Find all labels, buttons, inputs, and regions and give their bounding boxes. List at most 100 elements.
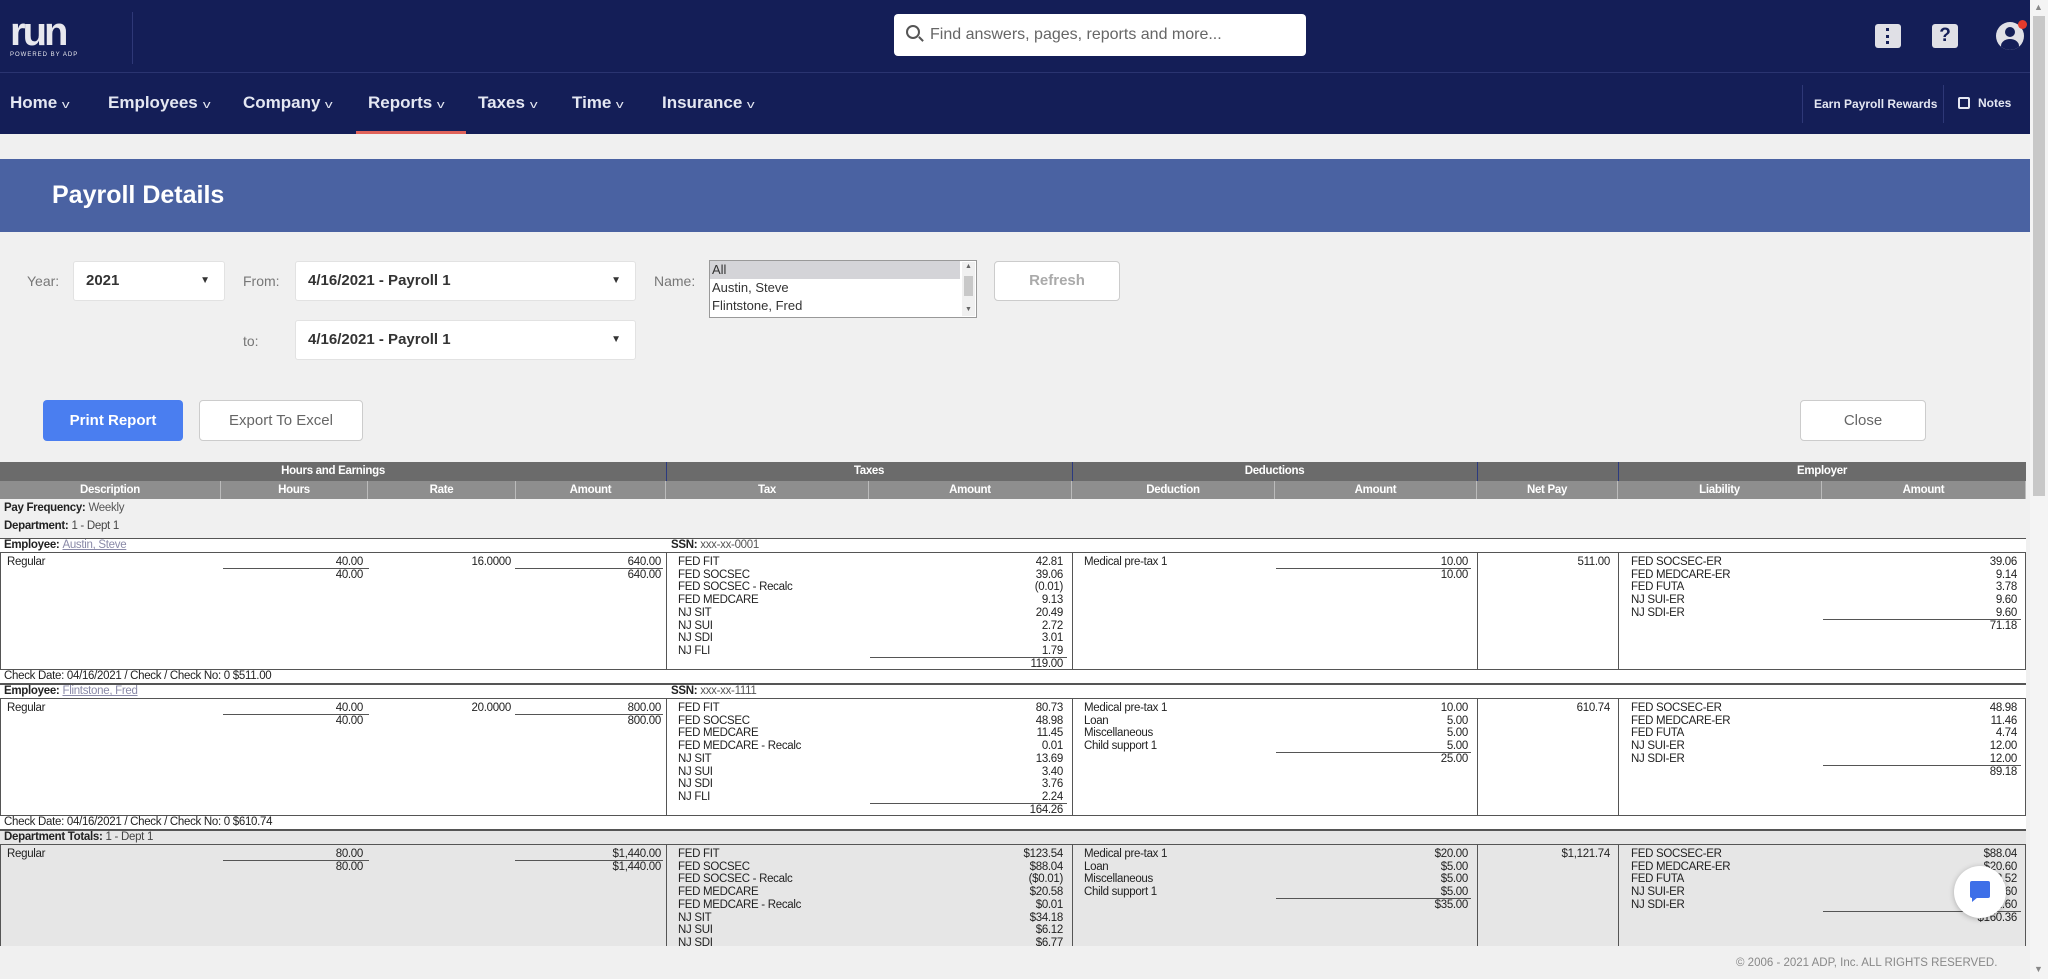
nav-insurance[interactable]: Insurance v: [662, 93, 755, 113]
help-icon[interactable]: ?: [1932, 24, 1958, 48]
deduction-amount: 5.00: [1446, 727, 1468, 740]
earning-rate: 16.0000: [471, 556, 512, 568]
scrollbar-thumb[interactable]: [964, 276, 973, 296]
year-select[interactable]: 2021 ▼: [73, 261, 225, 301]
run-adp-logo[interactable]: run POWERED BY ADP: [10, 10, 130, 62]
page-header: Payroll Details: [0, 159, 2030, 232]
nav-time[interactable]: Time v: [572, 93, 624, 113]
ticket-icon[interactable]: [1875, 24, 1901, 48]
earnings-total: $1,440.00: [612, 860, 662, 873]
export-to-excel-button[interactable]: Export To Excel: [199, 400, 363, 441]
net-pay: 511.00: [1577, 556, 1610, 568]
column-header: Amount: [1275, 481, 1477, 499]
tax-name: NJ FLI: [678, 790, 711, 803]
to-label: to:: [243, 333, 259, 349]
liability-amount: 9.60: [1995, 594, 2017, 607]
notes-button[interactable]: Notes: [1958, 96, 2011, 110]
tax-name: NJ FLI: [678, 644, 711, 657]
listbox-scrollbar[interactable]: ▲ ▼: [962, 262, 975, 316]
deduction-amount: $20.00: [1434, 848, 1469, 860]
close-button[interactable]: Close: [1800, 400, 1926, 441]
employee-name-link[interactable]: Flintstone, Fred: [62, 685, 137, 697]
divider: [1802, 85, 1803, 123]
scroll-up-icon[interactable]: ▲: [965, 263, 972, 270]
column-header: Amount: [1822, 481, 2026, 499]
year-label: Year:: [27, 273, 60, 289]
tax-amount: 2.72: [1041, 619, 1063, 632]
column-header: Amount: [516, 481, 666, 499]
name-option[interactable]: All: [710, 261, 960, 279]
chevron-down-icon: v: [616, 99, 624, 111]
search-input[interactable]: [930, 14, 1300, 56]
nav-employees[interactable]: Employees v: [108, 93, 210, 113]
nav-taxes[interactable]: Taxes v: [478, 93, 538, 113]
notes-label: Notes: [1978, 96, 2012, 110]
tax-name: FED SOCSEC - Recalc: [678, 873, 793, 886]
tax-name: FED SOCSEC: [678, 568, 750, 581]
column-header: Hours: [221, 481, 368, 499]
scroll-down-icon[interactable]: ▼: [965, 306, 972, 313]
page-title: Payroll Details: [52, 181, 225, 209]
search-box[interactable]: [894, 14, 1306, 56]
earning-description: Regular: [7, 848, 46, 860]
name-listbox[interactable]: All Austin, Steve Flintstone, Fred ▲ ▼: [709, 260, 977, 318]
ssn-value: xxx-xx-1111: [700, 685, 757, 697]
check-info: Check Date: 04/16/2021 / Check / Check N…: [4, 670, 272, 682]
print-report-button[interactable]: Print Report: [43, 400, 183, 441]
refresh-button[interactable]: Refresh: [994, 261, 1120, 301]
liability-amount: 48.98: [1989, 702, 2018, 714]
deduction-name: Miscellaneous: [1084, 873, 1153, 886]
earnings-total: 800.00: [627, 714, 662, 727]
to-value: 4/16/2021 - Payroll 1: [308, 331, 451, 348]
logo-text: run: [10, 10, 68, 54]
nav-home[interactable]: Home v: [10, 93, 70, 113]
column-header: Liability: [1618, 481, 1822, 499]
liability-name: FED SOCSEC-ER: [1631, 556, 1722, 568]
tax-name: FED MEDCARE: [678, 886, 759, 899]
column-header: Net Pay: [1477, 481, 1618, 499]
tax-name: NJ SUI: [678, 924, 713, 937]
chat-button[interactable]: [1954, 866, 2006, 918]
divider: [1618, 845, 1619, 946]
ssn-label: SSN:: [671, 539, 698, 551]
tax-name: NJ SDI: [678, 778, 713, 791]
employee-label: Employee:: [4, 539, 60, 551]
dropdown-arrow-icon: ▼: [611, 275, 621, 286]
to-select[interactable]: 4/16/2021 - Payroll 1 ▼: [295, 320, 636, 360]
tax-name: NJ SIT: [678, 911, 712, 924]
check-info-row: Check Date: 04/16/2021 / Check / Check N…: [0, 816, 2026, 830]
name-option[interactable]: Austin, Steve: [710, 279, 960, 297]
deduction-amount: $5.00: [1440, 860, 1469, 873]
tax-amount: ($0.01): [1028, 873, 1064, 886]
tax-amount: 48.98: [1035, 714, 1064, 727]
tax-amount: 3.40: [1041, 765, 1063, 778]
ssn: SSN: xxx-xx-0001: [671, 539, 759, 552]
employee-header: Employee: Austin, Steve SSN: xxx-xx-0001: [0, 538, 2026, 552]
name-option[interactable]: Flintstone, Fred: [710, 297, 960, 315]
scroll-down-icon[interactable]: ▼: [2034, 964, 2043, 974]
taxes-total: 164.26: [1029, 803, 1064, 816]
liability-name: NJ SUI-ER: [1631, 886, 1685, 899]
tax-name: NJ SIT: [678, 606, 712, 619]
net-pay: 610.74: [1576, 702, 1611, 714]
liability-name: NJ SDI-ER: [1631, 898, 1685, 911]
divider: [1618, 553, 1619, 669]
hours-total: 80.00: [335, 860, 364, 873]
nav-company[interactable]: Company v: [243, 93, 334, 113]
chevron-down-icon: v: [325, 99, 334, 111]
tax-name: FED SOCSEC: [678, 714, 750, 727]
tax-amount: $88.04: [1029, 860, 1064, 873]
tax-amount: 3.01: [1041, 632, 1063, 645]
from-select[interactable]: 4/16/2021 - Payroll 1 ▼: [295, 261, 636, 301]
earn-payroll-rewards-link[interactable]: Earn Payroll Rewards: [1814, 97, 1937, 111]
divider: [1477, 699, 1478, 815]
liability-name: FED MEDCARE-ER: [1631, 568, 1731, 581]
scrollbar-thumb[interactable]: [2033, 16, 2045, 496]
deductions-total: $35.00: [1434, 898, 1469, 911]
column-group-header: Employer: [1618, 462, 2026, 481]
employee-name-link[interactable]: Austin, Steve: [62, 539, 126, 551]
department-label: Department:: [4, 520, 69, 532]
nav-reports[interactable]: Reports v: [368, 93, 445, 113]
divider: [1072, 845, 1073, 946]
scroll-up-icon[interactable]: ▲: [2034, 2, 2043, 12]
